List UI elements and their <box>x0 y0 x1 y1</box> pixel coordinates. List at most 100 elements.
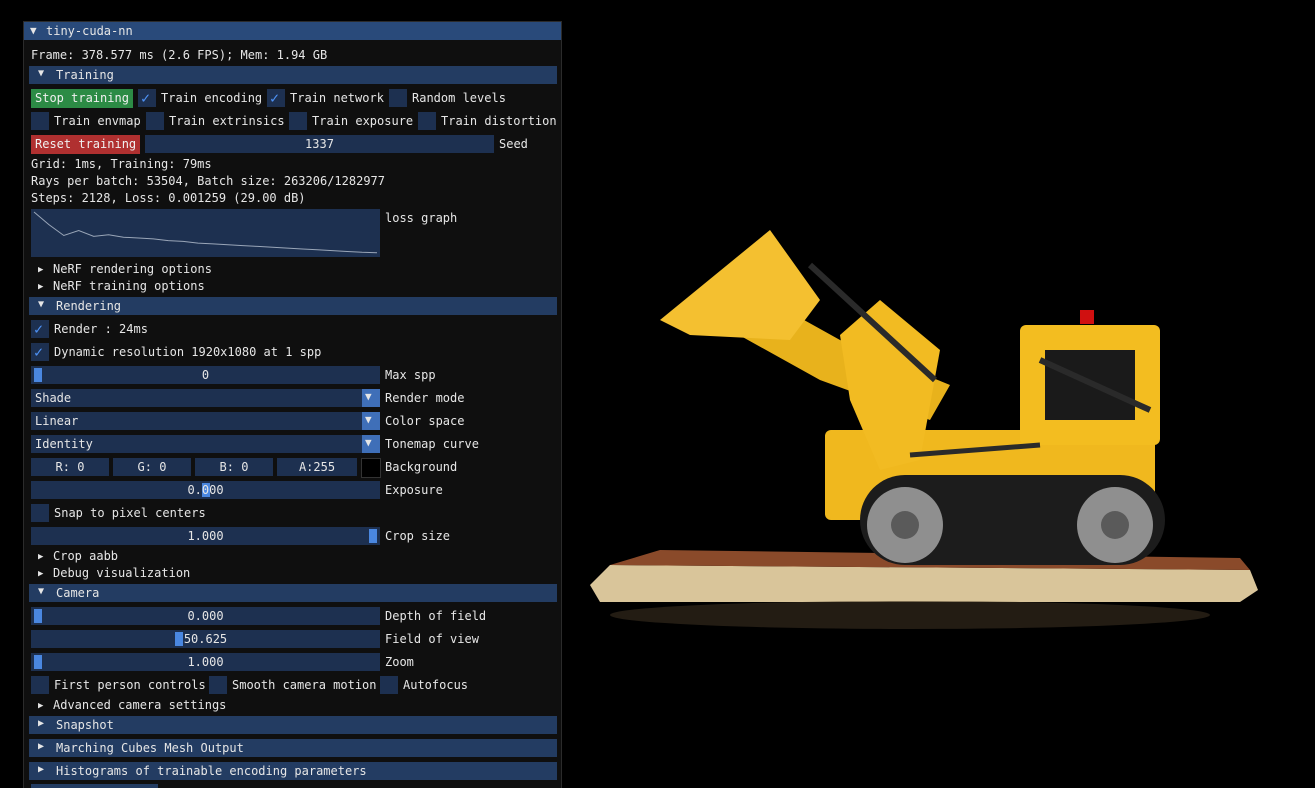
dropdown-arrow-icon[interactable]: ▼ <box>362 435 380 453</box>
checkmark-icon: ✓ <box>141 89 151 107</box>
smooth-motion-label: Smooth camera motion <box>232 678 377 692</box>
tonemap-dropdown[interactable]: Identity ▼ <box>31 435 380 453</box>
nerf-render-viewport[interactable] <box>580 220 1270 640</box>
loss-line <box>33 211 378 254</box>
background-r-input[interactable]: R: 0 <box>31 458 109 476</box>
background-g-input[interactable]: G: 0 <box>113 458 191 476</box>
autofocus-label: Autofocus <box>403 678 469 692</box>
zoom-slider[interactable]: 1.000 <box>31 653 380 671</box>
triangle-right-icon: ▶ <box>38 265 44 275</box>
nerf-training-options-node[interactable]: NeRF training options <box>53 279 205 293</box>
exposure-value: 0.000 <box>187 483 224 497</box>
color-space-value: Linear <box>35 414 79 428</box>
random-levels-label: Random levels <box>412 91 506 105</box>
bg-a-value: A:255 <box>298 460 336 474</box>
first-person-checkbox[interactable] <box>31 676 49 694</box>
depth-of-field-slider[interactable]: 0.000 <box>31 607 380 625</box>
train-network-label: Train network <box>290 91 384 105</box>
color-space-dropdown[interactable]: Linear ▼ <box>31 412 380 430</box>
tonemap-value: Identity <box>35 437 93 451</box>
triangle-right-icon: ▶ <box>38 282 44 292</box>
train-distortion-checkbox[interactable] <box>418 112 436 130</box>
rendering-header[interactable]: ▼ Rendering <box>29 297 557 315</box>
train-envmap-checkbox[interactable] <box>31 112 49 130</box>
loss-graph-label: loss graph <box>385 211 458 225</box>
background-b-input[interactable]: B: 0 <box>195 458 273 476</box>
reset-training-button[interactable]: Reset training <box>31 135 141 154</box>
zoom-label: Zoom <box>385 655 414 669</box>
nerf-rendering-options-node[interactable]: NeRF rendering options <box>53 262 212 276</box>
tiny-cuda-nn-window: ▼ tiny-cuda-nn Frame: 378.577 ms (2.6 FP… <box>23 21 562 788</box>
triangle-down-icon: ▼ <box>38 68 45 79</box>
loss-graph <box>31 209 380 257</box>
stop-training-button[interactable]: Stop training <box>31 89 133 108</box>
dof-value: 0.000 <box>187 609 224 623</box>
background-a-input[interactable]: A:255 <box>277 458 357 476</box>
render-checkbox[interactable]: ✓ <box>31 320 49 338</box>
frame-stats: Frame: 378.577 ms (2.6 FPS); Mem: 1.94 G… <box>31 48 328 62</box>
train-distortion-label: Train distortion <box>441 114 557 128</box>
training-header[interactable]: ▼ Training <box>29 66 557 84</box>
bg-b-value: B: 0 <box>219 460 249 474</box>
tonemap-label: Tonemap curve <box>385 437 479 451</box>
triangle-right-icon: ▶ <box>38 764 45 775</box>
train-encoding-checkbox[interactable]: ✓ <box>138 89 156 107</box>
crop-size-value: 1.000 <box>187 529 224 543</box>
checkmark-icon: ✓ <box>270 89 280 107</box>
train-network-checkbox[interactable]: ✓ <box>267 89 285 107</box>
camera-header-label: Camera <box>56 586 100 600</box>
triangle-right-icon: ▶ <box>38 741 45 752</box>
dynamic-resolution-checkbox[interactable]: ✓ <box>31 343 49 361</box>
triangle-right-icon: ▶ <box>38 718 45 729</box>
debug-visualization-node[interactable]: Debug visualization <box>53 566 190 580</box>
snap-pixel-centers-checkbox[interactable] <box>31 504 49 522</box>
train-extrinsics-label: Train extrinsics <box>169 114 285 128</box>
bg-g-value: G: 0 <box>137 460 167 474</box>
dropdown-arrow-icon[interactable]: ▼ <box>362 389 380 407</box>
random-levels-checkbox[interactable] <box>389 89 407 107</box>
exposure-label: Exposure <box>385 483 443 497</box>
exposure-slider[interactable]: 0.000 <box>31 481 380 499</box>
checkmark-icon: ✓ <box>34 343 44 361</box>
background-color-swatch[interactable] <box>361 458 381 478</box>
render-mode-label: Render mode <box>385 391 465 405</box>
dof-label: Depth of field <box>385 609 487 623</box>
fov-label: Field of view <box>385 632 479 646</box>
camera-header[interactable]: ▼ Camera <box>29 584 557 602</box>
seed-input[interactable]: 1337 <box>145 135 494 153</box>
smooth-motion-checkbox[interactable] <box>209 676 227 694</box>
max-spp-slider[interactable]: 0 <box>31 366 380 384</box>
marching-cubes-header[interactable]: ▶ Marching Cubes Mesh Output <box>29 739 557 757</box>
histograms-header[interactable]: ▶ Histograms of trainable encoding param… <box>29 762 557 780</box>
crop-size-label: Crop size <box>385 529 451 543</box>
triangle-down-icon: ▼ <box>38 586 45 597</box>
triangle-down-icon: ▼ <box>38 299 45 310</box>
rays-stats: Rays per batch: 53504, Batch size: 26320… <box>31 174 386 188</box>
max-spp-value: 0 <box>201 368 210 382</box>
snap-pixel-centers-label: Snap to pixel centers <box>54 506 206 520</box>
snapshot-header[interactable]: ▶ Snapshot <box>29 716 557 734</box>
collapse-triangle-icon[interactable]: ▼ <box>30 24 37 37</box>
bg-r-value: R: 0 <box>55 460 85 474</box>
fov-value: 50.625 <box>183 632 228 646</box>
train-exposure-checkbox[interactable] <box>289 112 307 130</box>
rendering-header-label: Rendering <box>56 299 122 313</box>
window-titlebar[interactable]: ▼ tiny-cuda-nn <box>24 22 561 40</box>
render-mode-dropdown[interactable]: Shade ▼ <box>31 389 380 407</box>
advanced-camera-node[interactable]: Advanced camera settings <box>53 698 226 712</box>
checkmark-icon: ✓ <box>34 320 44 338</box>
train-encoding-label: Train encoding <box>161 91 263 105</box>
triangle-right-icon: ▶ <box>38 701 44 711</box>
crop-aabb-node[interactable]: Crop aabb <box>53 549 118 563</box>
dropdown-arrow-icon[interactable]: ▼ <box>362 412 380 430</box>
lego-bulldozer-render <box>590 230 1258 629</box>
training-header-label: Training <box>56 68 114 82</box>
train-extrinsics-checkbox[interactable] <box>146 112 164 130</box>
crop-size-slider[interactable]: 1.000 <box>31 527 380 545</box>
partial-button[interactable] <box>31 784 158 788</box>
seed-value: 1337 <box>305 137 334 151</box>
background-label: Background <box>385 460 458 474</box>
grid-stats: Grid: 1ms, Training: 79ms <box>31 157 212 171</box>
field-of-view-slider[interactable]: 50.625 <box>31 630 380 648</box>
autofocus-checkbox[interactable] <box>380 676 398 694</box>
